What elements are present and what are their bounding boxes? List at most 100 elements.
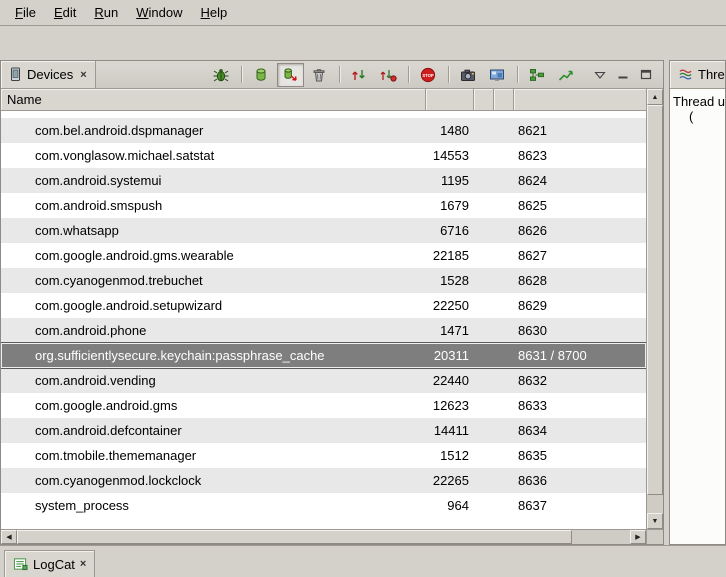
process-port: 8632 xyxy=(514,373,646,388)
table-row[interactable]: com.cyanogenmod.trebuchet15288628 xyxy=(1,268,646,293)
tree-view-button[interactable] xyxy=(524,63,551,87)
threads-update-arrows-icon xyxy=(350,67,368,83)
main-toolbar xyxy=(0,26,726,60)
monitor-icon xyxy=(488,67,506,83)
process-pid: 1471 xyxy=(426,323,474,338)
column-header-port[interactable] xyxy=(514,89,646,111)
table-row[interactable]: com.tmobile.thememanager15128635 xyxy=(1,443,646,468)
menu-help[interactable]: Help xyxy=(191,2,236,23)
table-row[interactable]: com.google.android.setupwizard222508629 xyxy=(1,293,646,318)
method-profiling-button[interactable] xyxy=(375,63,402,87)
table-row[interactable]: com.cyanogenmod.lockclock222658636 xyxy=(1,468,646,493)
menu-edit[interactable]: Edit xyxy=(45,2,85,23)
table-row[interactable]: com.whatsapp67168626 xyxy=(1,218,646,243)
logcat-icon xyxy=(13,557,28,571)
partial-row xyxy=(1,111,646,118)
view-menu-button[interactable] xyxy=(591,66,609,84)
process-port: 8636 xyxy=(514,473,646,488)
process-pid: 22265 xyxy=(426,473,474,488)
scrollbar-corner xyxy=(646,529,663,544)
table-row[interactable]: org.sufficientlysecure.keychain:passphra… xyxy=(1,343,646,368)
process-pid: 22185 xyxy=(426,248,474,263)
debug-process-button[interactable] xyxy=(208,63,235,87)
tab-devices[interactable]: Devices × xyxy=(1,61,96,88)
process-name: com.cyanogenmod.trebuchet xyxy=(1,273,426,288)
tab-logcat[interactable]: LogCat × xyxy=(4,550,95,577)
close-icon[interactable]: × xyxy=(78,69,86,81)
process-port: 8637 xyxy=(514,498,646,513)
column-header-empty[interactable] xyxy=(494,89,514,111)
column-header-pid[interactable] xyxy=(426,89,474,111)
tab-devices-label: Devices xyxy=(27,67,73,82)
cause-gc-button[interactable] xyxy=(306,63,333,87)
devices-toolbar: STOP xyxy=(208,61,580,88)
table-row[interactable]: com.android.phone14718630 xyxy=(1,318,646,343)
table-empty-space xyxy=(1,518,646,529)
menu-window[interactable]: Window xyxy=(127,2,191,23)
column-header-name[interactable]: Name xyxy=(1,89,426,111)
table-row[interactable]: com.google.android.gms.wearable221858627 xyxy=(1,243,646,268)
screen-capture-button[interactable] xyxy=(455,63,482,87)
vertical-scrollbar-thumb[interactable] xyxy=(647,105,663,495)
table-row[interactable]: com.android.defcontainer144118634 xyxy=(1,418,646,443)
table-row[interactable]: com.android.systemui11958624 xyxy=(1,168,646,193)
chart-arrow-button[interactable] xyxy=(553,63,580,87)
tree-view-icon xyxy=(528,67,546,83)
heap-update-cylinder-icon xyxy=(252,67,270,83)
update-threads-button[interactable] xyxy=(346,63,373,87)
process-name: com.vonglasow.michael.satstat xyxy=(1,148,426,163)
process-port: 8634 xyxy=(514,423,646,438)
process-pid: 1679 xyxy=(426,198,474,213)
table-header: Name xyxy=(1,89,646,111)
table-row[interactable]: com.bel.android.dspmanager14808621 xyxy=(1,118,646,143)
table-row[interactable]: com.google.android.gms126238633 xyxy=(1,393,646,418)
table-row[interactable]: system_process9648637 xyxy=(1,493,646,518)
update-heap-button[interactable] xyxy=(248,63,275,87)
scroll-right-button[interactable]: ▶ xyxy=(630,530,646,544)
horizontal-scrollbar-thumb[interactable] xyxy=(17,530,572,544)
menu-bar: File Edit Run Window Help xyxy=(0,0,726,26)
screen-view-button[interactable] xyxy=(484,63,511,87)
minimize-button[interactable] xyxy=(614,66,632,84)
toolbar-separator xyxy=(241,66,242,83)
method-profiling-arrows-icon xyxy=(379,67,397,83)
table-row[interactable]: com.vonglasow.michael.satstat14553 8623 xyxy=(1,143,646,168)
process-port: 8628 xyxy=(514,273,646,288)
maximize-button[interactable] xyxy=(637,66,655,84)
toolbar-separator xyxy=(408,66,409,83)
menu-run[interactable]: Run xyxy=(85,2,127,23)
process-name: com.tmobile.thememanager xyxy=(1,448,426,463)
view-window-controls xyxy=(591,61,663,88)
stop-sign-icon: STOP xyxy=(419,67,437,83)
process-pid: 22250 xyxy=(426,298,474,313)
bottom-tab-bar: LogCat × xyxy=(0,545,726,577)
heap-dump-cylinder-arrow-icon xyxy=(281,67,299,83)
process-name: com.google.android.gms xyxy=(1,398,426,413)
process-pid: 14553 xyxy=(426,148,474,163)
process-port: 8626 xyxy=(514,223,646,238)
table-row[interactable]: com.android.smspush16798625 xyxy=(1,193,646,218)
close-icon[interactable]: × xyxy=(80,558,86,570)
process-name: com.bel.android.dspmanager xyxy=(1,123,426,138)
scroll-down-button[interactable]: ▼ xyxy=(647,513,663,529)
debug-bug-icon xyxy=(212,67,230,83)
horizontal-scrollbar-row: ◀ ▶ xyxy=(1,529,663,544)
column-header-empty[interactable] xyxy=(474,89,494,111)
maximize-icon xyxy=(640,69,652,80)
toolbar-separator xyxy=(448,66,449,83)
process-pid: 20311 xyxy=(426,348,474,363)
main-area: Devices × xyxy=(0,60,726,545)
vertical-scrollbar[interactable]: ▲ ▼ xyxy=(646,89,663,529)
dump-hprof-button[interactable] xyxy=(277,63,304,87)
menu-file[interactable]: File xyxy=(6,2,45,23)
process-port: 8627 xyxy=(514,248,646,263)
tab-threads[interactable]: Threads xyxy=(670,61,725,88)
process-port: 8623 xyxy=(514,148,646,163)
threads-message-line2: ( xyxy=(670,109,725,124)
horizontal-scrollbar[interactable]: ◀ ▶ xyxy=(1,529,646,544)
stop-process-button[interactable]: STOP xyxy=(415,63,442,87)
process-port: 8633 xyxy=(514,398,646,413)
scroll-left-button[interactable]: ◀ xyxy=(1,530,17,544)
scroll-up-button[interactable]: ▲ xyxy=(647,89,663,105)
table-row[interactable]: com.android.vending224408632 xyxy=(1,368,646,393)
